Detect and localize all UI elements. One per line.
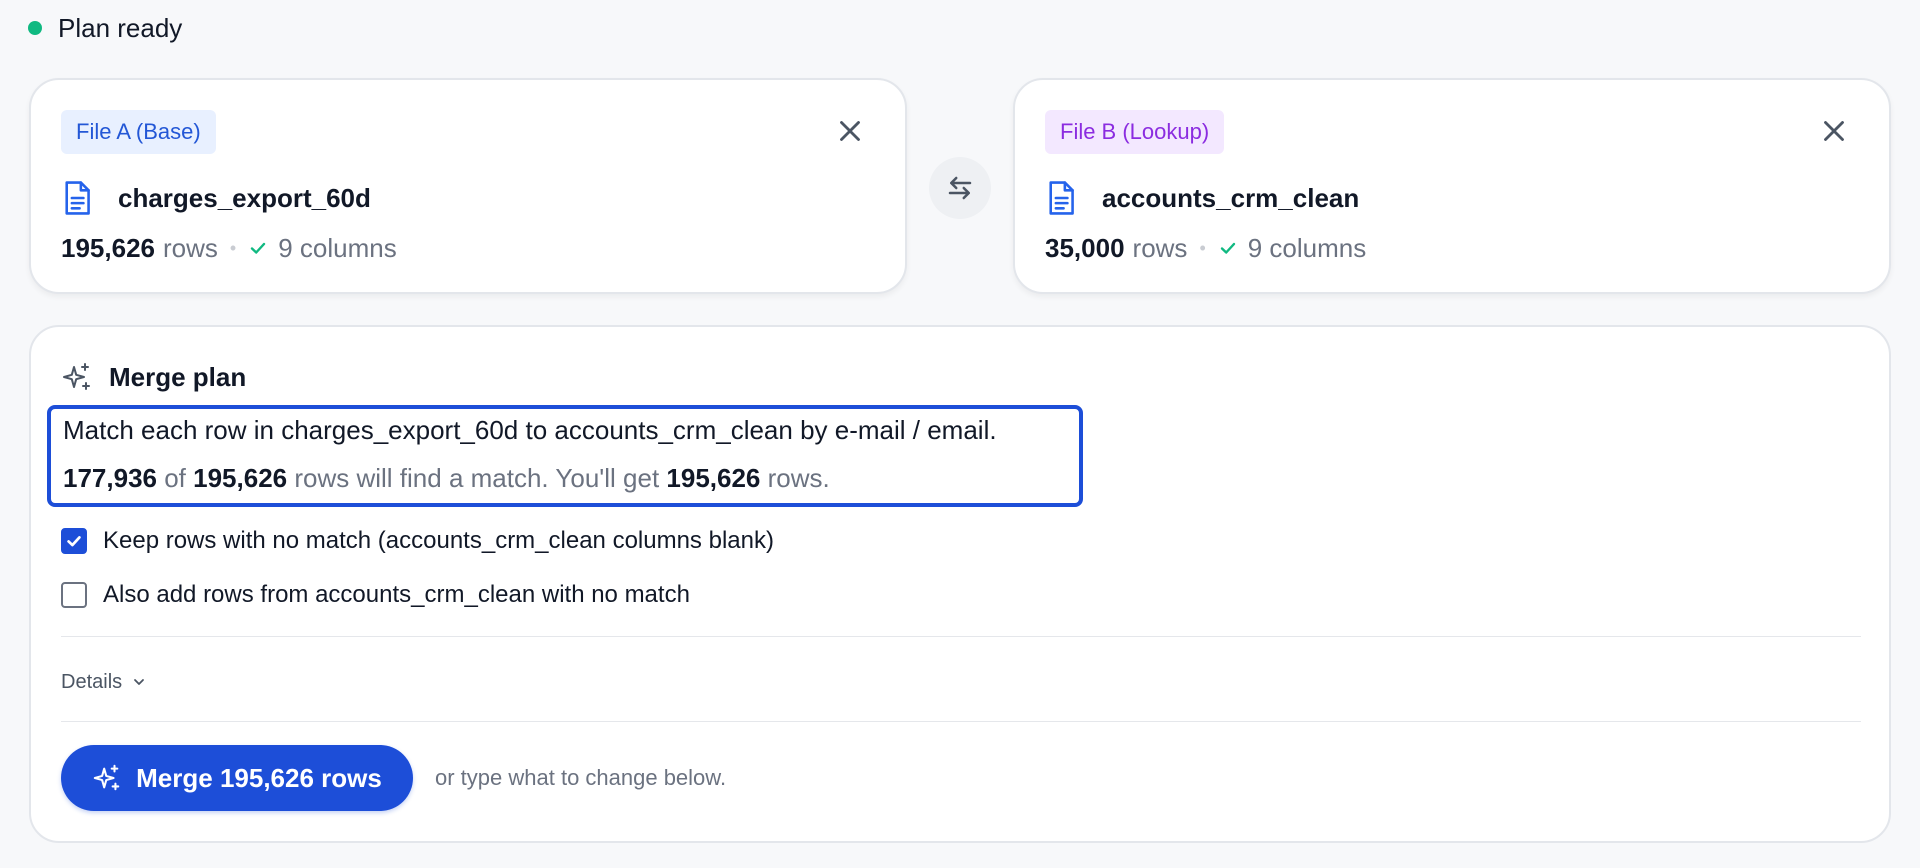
file-b-row-count: 35,000 [1045, 232, 1125, 263]
result-count: 195,626 [666, 463, 761, 493]
plan-summary: Match each row in charges_export_60d to … [47, 405, 1083, 507]
sparkle-icon [63, 363, 90, 390]
merge-page: Plan ready File A (Base) charges_export_… [0, 0, 1920, 868]
details-label: Details [61, 670, 123, 693]
merge-hint: or type what to change below. [435, 765, 727, 790]
file-text-icon [1049, 181, 1074, 215]
file-a-name: charges_export_60d [118, 182, 371, 213]
will-find-text: rows will find a match. You'll get [294, 463, 660, 493]
file-b-name-row: accounts_crm_clean [1045, 178, 1359, 218]
matched-count: 177,936 [63, 463, 157, 493]
file-b-meta: 35,000 rows • 9 columns [1045, 228, 1366, 268]
chevron-down-icon [134, 679, 145, 685]
file-a-card: File A (Base) charges_export_60d 195,626… [29, 78, 907, 294]
file-b-rows-label: rows [1132, 232, 1188, 263]
swap-arrows-icon [948, 176, 972, 200]
file-a-name-row: charges_export_60d [61, 178, 371, 218]
merge-button[interactable]: Merge 195,626 rows [61, 745, 413, 811]
file-a-meta: 195,626 rows • 9 columns [61, 228, 397, 268]
meta-separator: • [229, 237, 237, 258]
details-toggle[interactable]: Details [61, 667, 146, 697]
keep-unmatched-option[interactable]: Keep rows with no match (accounts_crm_cl… [61, 525, 774, 557]
file-b-card: File B (Lookup) accounts_crm_clean 35,00… [1013, 78, 1891, 294]
file-b-badge: File B (Lookup) [1045, 110, 1225, 154]
file-a-rows-label: rows [162, 232, 218, 263]
add-lookup-unmatched-option[interactable]: Also add rows from accounts_crm_clean wi… [61, 579, 690, 611]
add-lookup-unmatched-checkbox[interactable] [61, 582, 87, 608]
merge-plan-title: Merge plan [109, 361, 247, 392]
check-icon [67, 536, 81, 547]
merge-button-label: Merge 195,626 rows [136, 762, 382, 793]
file-a-row-count: 195,626 [61, 232, 155, 263]
check-icon [1220, 242, 1235, 254]
close-icon[interactable] [1817, 114, 1851, 148]
merge-plan-panel: Merge plan Match each row in charges_exp… [29, 325, 1891, 843]
close-icon[interactable] [833, 114, 867, 148]
file-a-badge: File A (Base) [61, 110, 216, 154]
file-b-columns: 9 columns [1247, 232, 1367, 263]
check-icon [251, 242, 266, 254]
rows-suffix: rows. [767, 463, 830, 493]
merge-plan-header: Merge plan [61, 357, 246, 397]
keep-unmatched-label: Keep rows with no match (accounts_crm_cl… [103, 527, 774, 554]
status-text: Plan ready [58, 12, 183, 43]
plan-summary-description: Match each row in charges_export_60d to … [63, 415, 997, 445]
status-dot [28, 21, 42, 35]
sparkle-icon [93, 764, 120, 791]
swap-files-button[interactable] [929, 157, 991, 219]
divider [61, 636, 1861, 637]
file-text-icon [65, 181, 90, 215]
add-lookup-unmatched-label: Also add rows from accounts_crm_clean wi… [103, 581, 690, 608]
meta-separator: • [1199, 237, 1206, 258]
status-indicator: Plan ready [28, 12, 182, 44]
total-count: 195,626 [193, 463, 288, 493]
file-a-columns: 9 columns [278, 232, 397, 263]
file-b-name: accounts_crm_clean [1102, 182, 1360, 213]
plan-summary-counts: 177,936 of 195,626 rows will find a matc… [63, 463, 830, 494]
of-text: of [164, 463, 186, 493]
keep-unmatched-checkbox[interactable] [61, 528, 87, 554]
divider [61, 721, 1861, 722]
